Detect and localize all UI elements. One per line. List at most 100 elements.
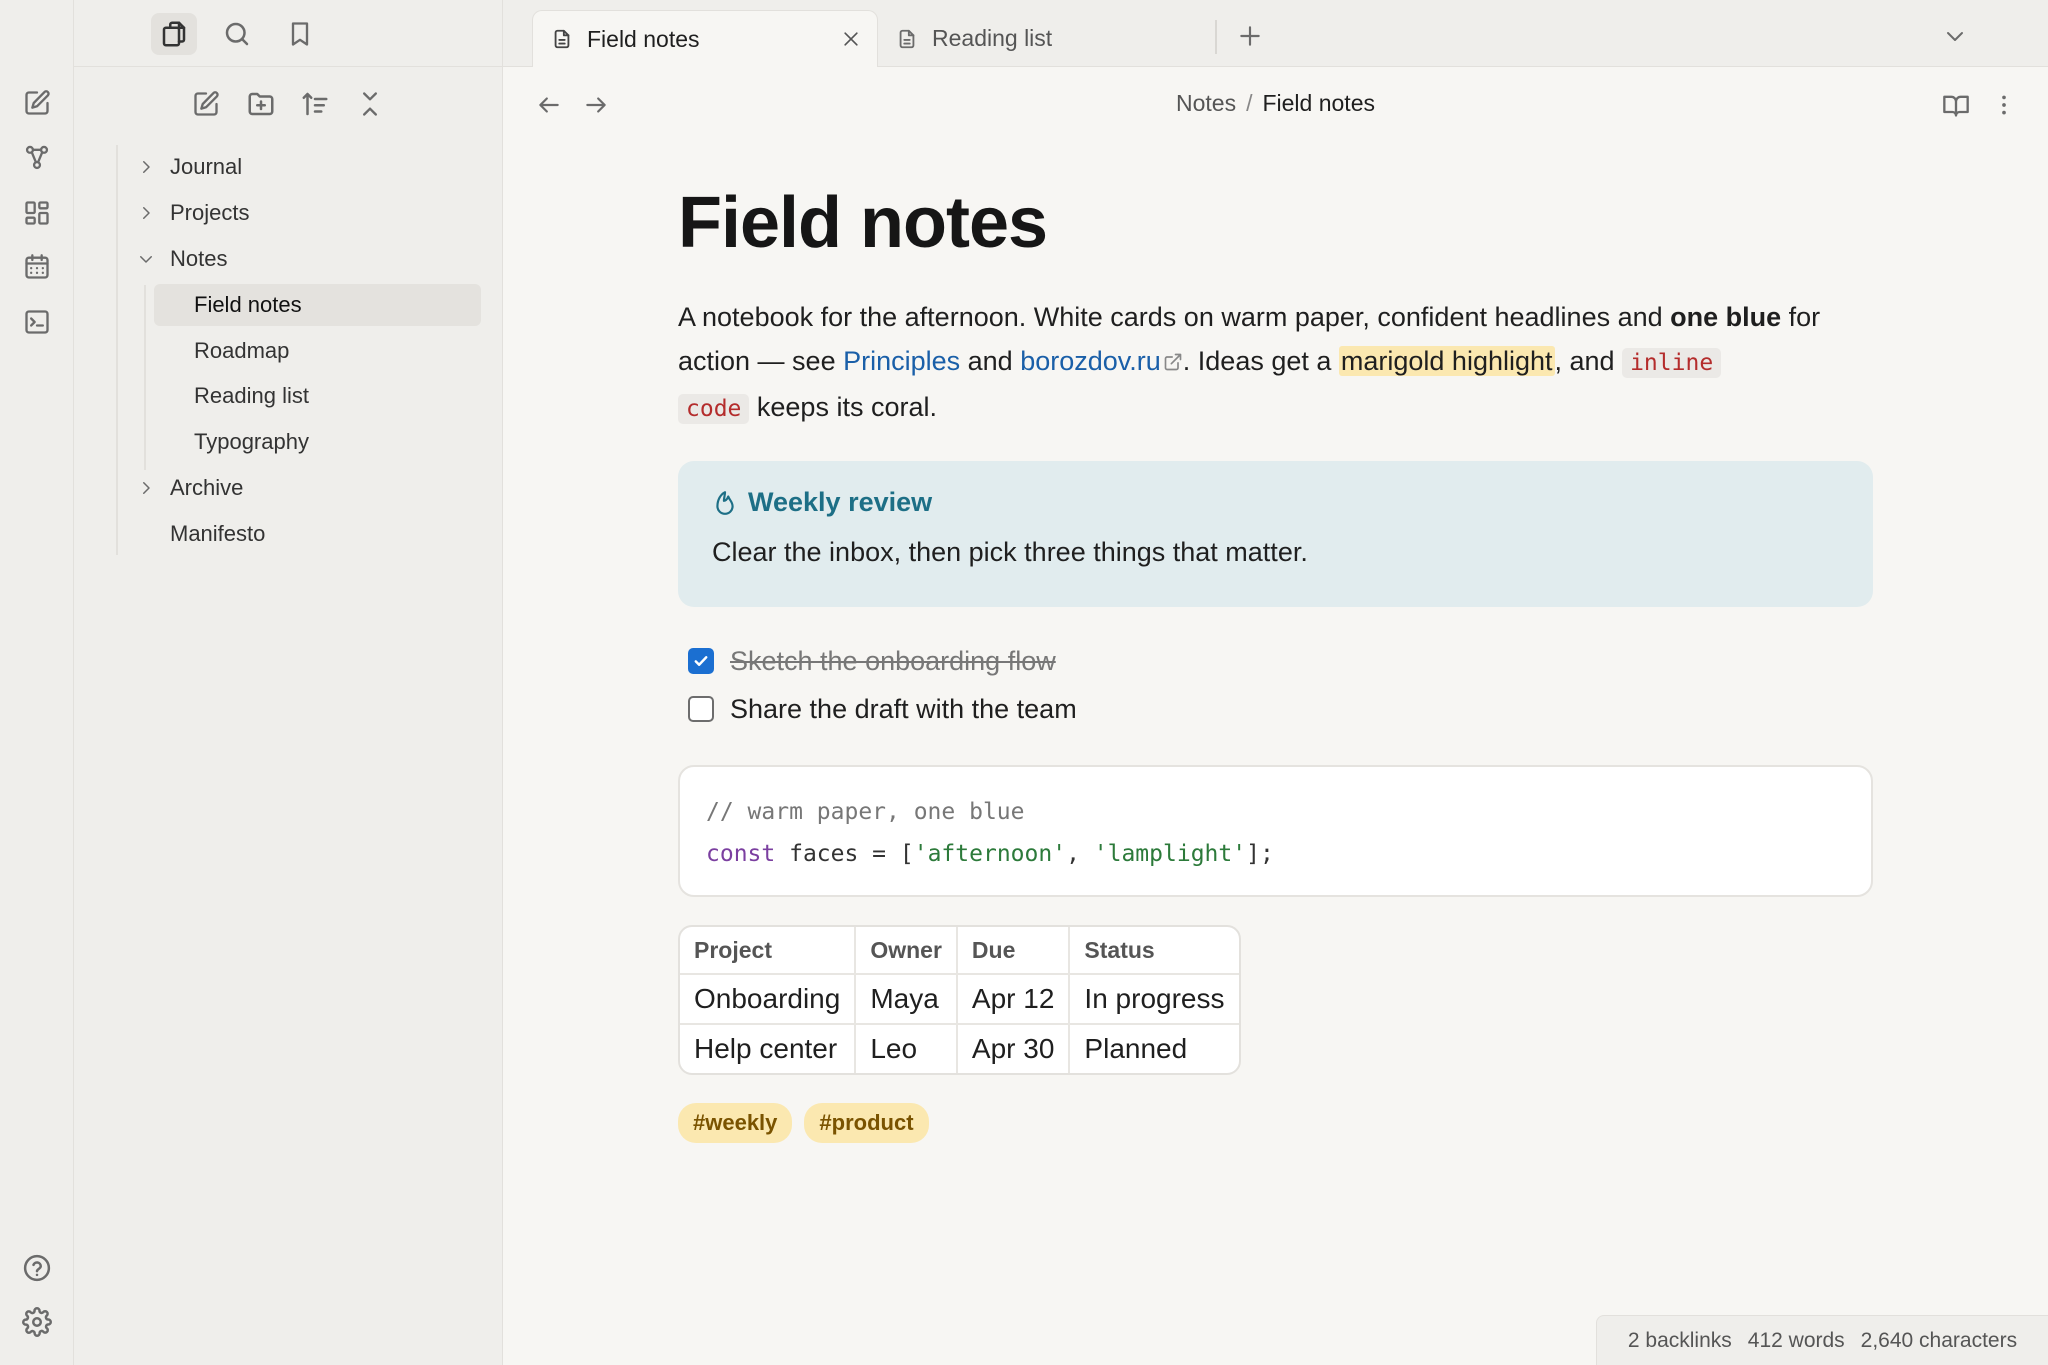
collapse-icon xyxy=(363,92,377,116)
text-run: and xyxy=(960,346,1021,376)
graph-icon[interactable] xyxy=(21,142,53,174)
projects-table: Project Owner Due Status Onboarding Maya… xyxy=(678,925,1241,1075)
task-text: Sketch the onboarding flow xyxy=(730,645,1056,676)
tree-folder-journal[interactable]: Journal xyxy=(134,146,242,188)
reading-view-icon[interactable] xyxy=(1938,87,1974,123)
editor-pane: Notes / Field notes Field notes A notebook… xyxy=(503,67,2048,1365)
bookmark-icon[interactable] xyxy=(277,13,323,55)
page-title[interactable]: Field notes xyxy=(678,177,1873,269)
tab-divider xyxy=(1215,20,1217,54)
ribbon xyxy=(0,0,74,1365)
tab-field-notes[interactable]: Field notes xyxy=(532,10,878,67)
callout-weekly-review[interactable]: Weekly review Clear the inbox, then pick… xyxy=(678,461,1873,607)
new-note-icon[interactable] xyxy=(21,87,53,119)
chevron-down-icon[interactable] xyxy=(1937,18,1973,54)
breadcrumb: Notes / Field notes xyxy=(503,85,2048,121)
search-icon[interactable] xyxy=(214,13,260,55)
tag-product[interactable]: #product xyxy=(804,1103,929,1143)
table-row: Help center Leo Apr 30 Planned xyxy=(680,1023,1239,1073)
table-header[interactable]: Project xyxy=(680,927,854,973)
new-folder-icon xyxy=(248,92,274,116)
file-explorer-sidebar: Journal Projects Notes Field notes Roadm… xyxy=(74,0,503,1365)
calendar-icon[interactable] xyxy=(21,251,53,283)
help-icon[interactable] xyxy=(21,1252,53,1284)
new-folder-button[interactable] xyxy=(241,86,281,122)
callout-title: Weekly review xyxy=(712,487,932,518)
backlinks-count[interactable]: 2 backlinks xyxy=(1628,1329,1732,1353)
tree-file-reading-list[interactable]: Reading list xyxy=(194,375,309,417)
tree-folder-archive[interactable]: Archive xyxy=(134,467,243,509)
external-link-borozdov[interactable]: borozdov.ru xyxy=(1020,346,1183,376)
tab-label: Reading list xyxy=(932,25,1053,51)
code-keyword: const xyxy=(706,841,776,867)
note-content: Field notes A notebook for the afternoon… xyxy=(678,177,1873,1143)
inline-code: code xyxy=(678,394,750,424)
tree-folder-label: Journal xyxy=(170,154,243,179)
tree-file-typography[interactable]: Typography xyxy=(194,421,309,463)
canvas-icon[interactable] xyxy=(21,197,53,229)
close-icon[interactable] xyxy=(837,25,865,53)
chevron-right-icon xyxy=(134,155,158,179)
code-block[interactable]: // warm paper, one blue const faces = ['… xyxy=(678,765,1873,897)
table-cell[interactable]: Apr 12 xyxy=(955,973,1069,1023)
task-checkbox-checked[interactable] xyxy=(688,648,714,674)
breadcrumb-current[interactable]: Field notes xyxy=(1262,90,1375,116)
task-checkbox-unchecked[interactable] xyxy=(688,696,714,722)
text-run: . Ideas get a xyxy=(1182,346,1339,376)
text-run: keeps its coral. xyxy=(749,392,937,422)
chevron-right-icon xyxy=(134,201,158,225)
code-line: const faces = ['afternoon', 'lamplight']… xyxy=(706,833,1845,875)
tag-weekly[interactable]: #weekly xyxy=(678,1103,793,1143)
intro-paragraph[interactable]: A notebook for the afternoon. White card… xyxy=(678,295,1873,431)
tree-file-label: Manifesto xyxy=(170,521,266,546)
new-note-button[interactable] xyxy=(186,86,226,122)
breadcrumb-parent[interactable]: Notes xyxy=(1176,90,1236,116)
settings-icon[interactable] xyxy=(21,1306,53,1338)
table-cell[interactable]: Leo xyxy=(854,1023,956,1073)
table-header[interactable]: Due xyxy=(955,927,1069,973)
flame-icon xyxy=(712,490,748,516)
word-count: 412 words xyxy=(1747,1328,1845,1352)
document-icon xyxy=(551,27,573,51)
collapse-all-button[interactable] xyxy=(350,86,390,122)
table-cell[interactable]: Apr 30 xyxy=(955,1023,1069,1073)
tree-file-label: Typography xyxy=(194,429,309,454)
terminal-icon[interactable] xyxy=(21,306,53,338)
plus-icon[interactable] xyxy=(1232,18,1268,54)
chevron-right-icon xyxy=(134,476,158,500)
tree-folder-notes[interactable]: Notes xyxy=(134,238,227,280)
table-cell[interactable]: Planned xyxy=(1068,1023,1239,1073)
table-cell[interactable]: Onboarding xyxy=(680,973,855,1023)
inline-code: inline xyxy=(1622,348,1722,378)
table-header[interactable]: Owner xyxy=(854,927,956,973)
files-icon[interactable] xyxy=(151,13,197,55)
highlighted-text: marigold highlight xyxy=(1338,346,1555,376)
checkmark-icon xyxy=(694,656,708,666)
table-cell[interactable]: Maya xyxy=(854,973,956,1023)
breadcrumb-separator: / xyxy=(1246,90,1253,116)
tree-file-manifesto[interactable]: Manifesto xyxy=(170,513,265,555)
tree-folder-projects[interactable]: Projects xyxy=(134,192,249,234)
tree-guide-line xyxy=(144,285,146,470)
callout-title-text: Weekly review xyxy=(748,487,933,517)
task-text: Share the draft with the team xyxy=(730,693,1077,724)
table-cell[interactable]: Help center xyxy=(680,1023,855,1073)
tree-file-field-notes[interactable]: Field notes xyxy=(154,284,481,326)
table-cell[interactable]: In progress xyxy=(1068,973,1239,1023)
tab-bar: Field notes Reading list xyxy=(503,0,2048,67)
tab-reading-list[interactable]: Reading list xyxy=(878,10,1214,67)
task-list: Sketch the onboarding flow Share the dra… xyxy=(678,637,1873,733)
table-header[interactable]: Status xyxy=(1068,927,1238,973)
tree-file-label: Roadmap xyxy=(194,338,290,363)
sort-button[interactable] xyxy=(295,86,335,122)
tree-file-roadmap[interactable]: Roadmap xyxy=(194,330,289,372)
table-header-row: Project Owner Due Status xyxy=(680,927,1239,973)
status-bar: 2 backlinks 412 words 2,640 characters xyxy=(1596,1315,2048,1365)
new-note-icon xyxy=(194,91,219,116)
tree-folder-label: Notes xyxy=(170,246,228,271)
internal-link-principles[interactable]: Principles xyxy=(843,346,960,376)
text-run: , and xyxy=(1554,346,1623,376)
more-options-icon[interactable] xyxy=(1986,87,2022,123)
code-text: , xyxy=(1066,841,1094,867)
code-string: 'afternoon' xyxy=(913,841,1067,867)
